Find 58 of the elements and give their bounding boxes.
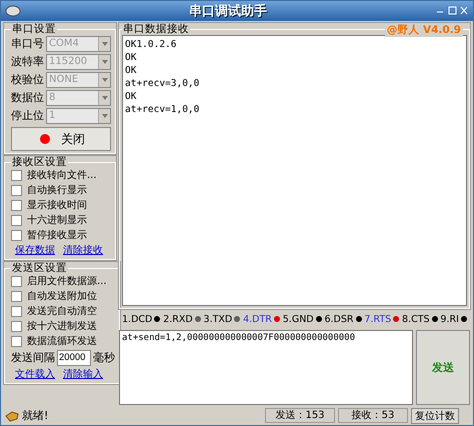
field-label: 停止位 xyxy=(11,108,44,123)
send-input[interactable]: at+send=1,2,000000000000007F000000000000000 xyxy=(119,330,413,405)
checkbox[interactable]: 暂停接收显示 xyxy=(11,228,111,242)
checkbox[interactable]: 显示接收时间 xyxy=(11,198,111,212)
checkbox[interactable]: 自动发送附加位 xyxy=(11,289,115,303)
link[interactable]: 清除接收 xyxy=(63,244,103,257)
signal-indicator: 2.RXD xyxy=(163,314,201,325)
field-label: 波特率 xyxy=(11,54,44,69)
link[interactable]: 清除输入 xyxy=(63,368,103,381)
app-icon xyxy=(5,5,21,17)
signal-indicator: 5.GND xyxy=(282,314,322,325)
checkbox[interactable]: 十六进制显示 xyxy=(11,213,111,227)
group-title: 接收区设置 xyxy=(11,156,68,168)
status-light-icon xyxy=(37,131,53,147)
caret-icon xyxy=(102,60,108,64)
checkbox[interactable]: 数据流循环发送 xyxy=(11,334,115,348)
signal-indicator: 1.DCD xyxy=(122,314,160,325)
log-line: OK1.0.2.6 xyxy=(125,38,176,51)
group-title: 串口数据接收 xyxy=(122,23,190,35)
checkbox[interactable]: 发送完自动清空 xyxy=(11,304,115,318)
caret-icon xyxy=(102,96,108,100)
receive-area[interactable]: OK1.0.2.6 OK OK at+recv=3,0,0 OK at+recv=1,0,0 xyxy=(122,35,467,306)
group-title: 发送区设置 xyxy=(11,262,68,274)
interval-field[interactable]: 20000 xyxy=(57,350,91,366)
checkbox[interactable]: 接收转向文件... xyxy=(11,168,111,182)
received-count: 接收：53 xyxy=(338,408,408,423)
field-label: 数据位 xyxy=(11,90,44,105)
log-line: at+recv=1,0,0 xyxy=(125,103,200,116)
field-label: 校验位 xyxy=(11,72,44,87)
log-line: OK xyxy=(125,51,136,64)
signal-indicator: 8.CTS xyxy=(402,314,438,325)
log-line: OK xyxy=(125,64,136,77)
version-label: @野人 V4.0.9 xyxy=(384,23,463,37)
signal-indicator: 3.TXD xyxy=(204,314,240,325)
unit-label: 毫秒 xyxy=(93,350,115,365)
log-line: at+recv=3,0,0 xyxy=(125,77,200,90)
sent-count: 发送：153 xyxy=(265,408,335,423)
checkbox[interactable]: 自动换行显示 xyxy=(11,183,111,197)
signal-indicator: 7.RTS xyxy=(364,314,400,325)
signal-indicator: 6.DSR xyxy=(324,314,362,325)
reset-count-button[interactable]: 复位计数 xyxy=(411,408,459,424)
checkbox[interactable]: 启用文件数据源... xyxy=(11,274,115,288)
log-line: OK xyxy=(125,90,136,103)
caret-icon xyxy=(102,42,108,46)
signal-indicator: 4.DTR xyxy=(243,314,280,325)
field-label: 发送间隔 xyxy=(11,350,55,365)
window-title: 串口调试助手 xyxy=(189,2,267,20)
signal-indicator: 9.RI xyxy=(440,314,467,325)
link[interactable]: 保存数据 xyxy=(15,244,55,257)
group-title: 串口设置 xyxy=(11,23,57,35)
close-port-button[interactable]: 关闭 xyxy=(11,127,111,151)
status-message: 就绪! xyxy=(22,408,50,423)
caret-icon xyxy=(102,114,108,118)
link[interactable]: 文件载入 xyxy=(15,368,55,381)
checkbox[interactable]: 按十六进制发送 xyxy=(11,319,115,333)
caret-icon xyxy=(102,78,108,82)
field-label: 串口号 xyxy=(11,36,44,51)
window-controls-icon[interactable] xyxy=(435,6,469,16)
